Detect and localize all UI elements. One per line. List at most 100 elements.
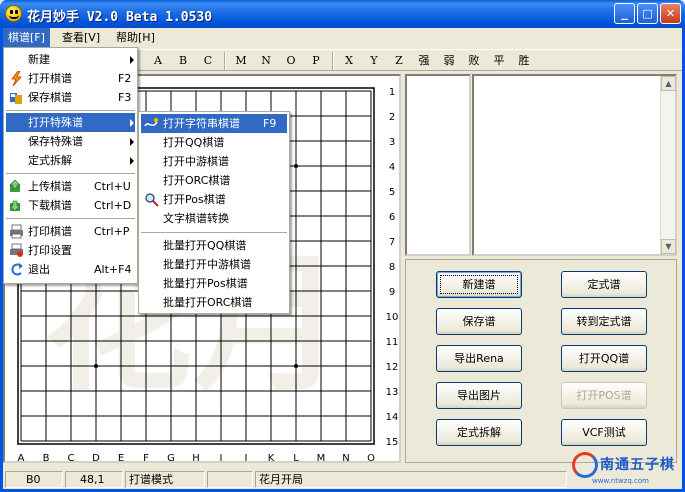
menu-item-save-special[interactable]: 保存特殊谱 <box>6 132 135 151</box>
close-button[interactable]: ✕ <box>660 3 681 24</box>
tool-lose[interactable]: 败 <box>463 53 485 69</box>
tool-strong[interactable]: 强 <box>413 53 435 69</box>
export-image-button[interactable]: 导出图片 <box>436 382 522 409</box>
scroll-down-icon[interactable]: ▼ <box>661 239 676 254</box>
menu-item-joseki-split[interactable]: 定式拆解 <box>6 151 135 170</box>
menu-help[interactable]: 帮助[H] <box>111 28 160 47</box>
submenu-arrow-icon <box>130 157 134 165</box>
menu-item-open-special[interactable]: 打开特殊谱 <box>6 113 135 132</box>
tool-draw[interactable]: 平 <box>488 53 510 69</box>
row-label: 2 <box>389 112 395 123</box>
row-label: 3 <box>389 137 395 148</box>
minimize-button[interactable]: _ <box>614 3 635 24</box>
new-record-button[interactable]: 新建谱 <box>436 271 522 298</box>
tool-letter-p[interactable]: P <box>305 53 327 69</box>
status-empty <box>207 471 253 488</box>
tool-letter-x[interactable]: X <box>338 53 360 69</box>
magnifier-icon <box>145 193 159 207</box>
row-label: 5 <box>389 187 395 198</box>
title-bar[interactable]: 花月妙手 V2.0 Beta 1.0530 _ □ ✕ <box>0 0 685 28</box>
export-rena-button[interactable]: 导出Rena <box>436 345 522 372</box>
download-icon <box>9 200 21 212</box>
tool-win[interactable]: 胜 <box>513 53 535 69</box>
column-label: A <box>18 453 25 461</box>
tool-letter-n[interactable]: N <box>255 53 277 69</box>
column-label: B <box>43 453 50 461</box>
row-label: 14 <box>386 412 399 423</box>
lightning-icon <box>11 71 22 86</box>
submenu-item-qq[interactable]: 打开QQ棋谱 <box>141 133 287 152</box>
comment-text-panel[interactable]: ▲ ▼ <box>472 74 677 256</box>
site-logo: 南通五子棋 www.ntwzq.com <box>570 448 682 488</box>
menu-item-open[interactable]: 打开棋谱 F2 <box>6 69 135 88</box>
menu-item-save[interactable]: 保存棋谱 F3 <box>6 88 135 107</box>
column-label: E <box>118 453 124 461</box>
vcf-test-button[interactable]: VCF测试 <box>561 419 647 446</box>
star-point <box>294 364 298 368</box>
row-label: 8 <box>389 262 395 273</box>
menu-view[interactable]: 查看[V] <box>57 28 105 47</box>
tool-letter-a[interactable]: A <box>147 53 169 69</box>
column-label: H <box>192 453 200 461</box>
save-record-button[interactable]: 保存谱 <box>436 308 522 335</box>
status-opening: 花月开局 <box>255 471 567 488</box>
column-label: C <box>68 453 75 461</box>
save-icon <box>10 93 22 104</box>
tool-letter-z[interactable]: Z <box>388 53 410 69</box>
column-label: D <box>92 453 100 461</box>
menu-item-print[interactable]: 打印棋谱 Ctrl+P <box>6 222 135 241</box>
smiley-icon[interactable] <box>5 5 22 22</box>
open-qq-button[interactable]: 打开QQ谱 <box>561 345 647 372</box>
row-label: 10 <box>386 312 399 323</box>
submenu-item-text-convert[interactable]: 文字棋谱转换 <box>141 209 287 228</box>
scroll-up-icon[interactable]: ▲ <box>661 76 676 91</box>
move-list-panel[interactable] <box>405 74 471 256</box>
row-label: 6 <box>389 212 395 223</box>
string-icon <box>144 118 158 127</box>
app-window: 花月妙手 V2.0 Beta 1.0530 _ □ ✕ 棋谱[F] 查看[V] … <box>0 0 685 492</box>
status-position: B0 <box>5 471 63 488</box>
upload-icon <box>9 179 21 192</box>
menu-item-new[interactable]: 新建 <box>6 50 135 69</box>
submenu-item-batch-zhongyou[interactable]: 批量打开中游棋谱 <box>141 255 287 274</box>
submenu-item-zhongyou[interactable]: 打开中游棋谱 <box>141 152 287 171</box>
joseki-record-button[interactable]: 定式谱 <box>561 271 647 298</box>
menu-separator <box>6 110 135 111</box>
menu-file[interactable]: 棋谱[F] <box>3 28 50 47</box>
column-label: L <box>293 453 299 461</box>
menu-item-print-setup[interactable]: 打印设置 <box>6 241 135 260</box>
vertical-scrollbar[interactable]: ▲ ▼ <box>660 76 676 254</box>
submenu-item-orc[interactable]: 打开ORC棋谱 <box>141 171 287 190</box>
logo-swirl-icon <box>572 452 598 478</box>
submenu-item-pos[interactable]: 打开Pos棋谱 <box>141 190 287 209</box>
tool-letter-y[interactable]: Y <box>363 53 385 69</box>
open-pos-button[interactable]: 打开POS谱 <box>561 382 647 409</box>
column-label: I <box>220 453 223 461</box>
row-label: 15 <box>386 437 399 448</box>
column-label: K <box>268 453 275 461</box>
column-label: J <box>244 453 248 461</box>
row-label: 7 <box>389 237 395 248</box>
menu-item-download[interactable]: 下载棋谱 Ctrl+D <box>6 196 135 215</box>
goto-joseki-button[interactable]: 转到定式谱 <box>561 308 647 335</box>
submenu-item-string[interactable]: 打开字符串棋谱 F9 <box>141 114 287 133</box>
submenu-arrow-icon <box>130 138 134 146</box>
row-label: 11 <box>386 337 399 348</box>
logo-text: 南通五子棋 <box>600 457 675 473</box>
status-mode: 打谱模式 <box>125 471 205 488</box>
submenu-item-batch-orc[interactable]: 批量打开ORC棋谱 <box>141 293 287 312</box>
tool-weak[interactable]: 弱 <box>438 53 460 69</box>
tool-letter-o[interactable]: O <box>280 53 302 69</box>
tool-letter-b[interactable]: B <box>172 53 194 69</box>
row-label: 1 <box>389 87 395 98</box>
tool-letter-m[interactable]: M <box>230 53 252 69</box>
column-label: M <box>317 453 326 461</box>
menu-item-upload[interactable]: 上传棋谱 Ctrl+U <box>6 177 135 196</box>
menu-item-exit[interactable]: 退出 Alt+F4 <box>6 260 135 279</box>
submenu-item-batch-qq[interactable]: 批量打开QQ棋谱 <box>141 236 287 255</box>
joseki-split-button[interactable]: 定式拆解 <box>436 419 522 446</box>
submenu-item-batch-pos[interactable]: 批量打开Pos棋谱 <box>141 274 287 293</box>
file-menu: 新建 打开棋谱 F2 保存棋谱 F3 打开特殊谱 保存特殊谱 定式拆解 上传棋谱 Ct… <box>3 47 138 284</box>
maximize-button[interactable]: □ <box>637 3 658 24</box>
tool-letter-c[interactable]: C <box>197 53 219 69</box>
